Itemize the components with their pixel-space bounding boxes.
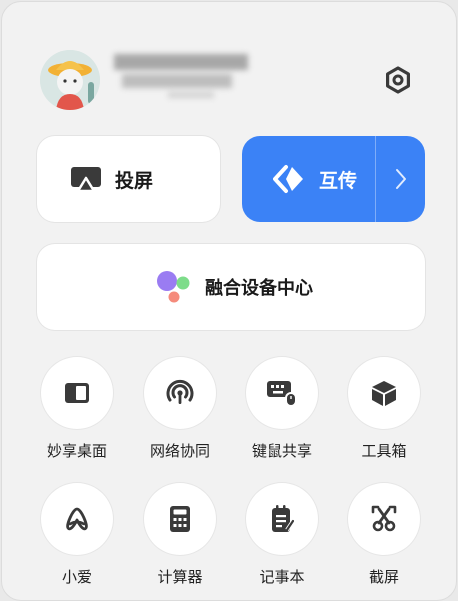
desktop-panel-icon [41,357,113,429]
chevron-right-icon[interactable] [392,165,410,193]
fusion-dots-icon [153,267,193,307]
toolbox-cube-icon [348,357,420,429]
avatar-icon [40,50,100,110]
calculator-icon [144,483,216,555]
tile-label: 键鼠共享 [251,442,312,460]
fusion-device-center-button[interactable]: 融合设备中心 [37,244,425,330]
gear-icon [385,66,410,94]
tile-label: 工具箱 [361,442,407,460]
settings-button[interactable] [382,64,414,96]
tile-label: 妙享桌面 [46,442,107,460]
control-center-panel: 投屏 互传 融合设备中心 妙享桌面 网络协同 键鼠共享 工具箱 小爱 计算器 记… [1,1,457,601]
tile-network-collab[interactable]: 网络协同 [142,357,218,467]
tile-label: 记事本 [259,568,305,586]
tile-miaoxiang-desktop[interactable]: 妙享桌面 [39,357,115,467]
relay-button[interactable]: 互传 [242,136,425,222]
fusion-label: 融合设备中心 [205,278,313,299]
keyboard-mouse-icon [246,357,318,429]
tile-xiaoai[interactable]: 小爱 [39,483,115,593]
relay-divider [375,136,376,222]
notepad-icon [246,483,318,555]
screenshot-scissors-icon [348,483,420,555]
screen-cast-icon [69,164,103,194]
network-signal-icon [144,357,216,429]
avatar[interactable] [40,50,100,110]
tile-label: 计算器 [157,568,203,586]
tile-screenshot[interactable]: 截屏 [346,483,422,593]
screen-cast-label: 投屏 [115,169,154,192]
relay-label: 互传 [319,169,358,192]
tile-keyboard-mouse-share[interactable]: 键鼠共享 [244,357,320,467]
tile-calculator[interactable]: 计算器 [142,483,218,593]
username-blurred [114,48,252,104]
xiaoai-icon [41,483,113,555]
tile-toolbox[interactable]: 工具箱 [346,357,422,467]
screen-cast-button[interactable]: 投屏 [37,136,220,222]
tile-label: 网络协同 [149,442,210,460]
tile-label: 截屏 [368,568,399,586]
tile-notepad[interactable]: 记事本 [244,483,320,593]
relay-logo-icon [273,164,305,194]
tile-label: 小爱 [61,568,92,586]
